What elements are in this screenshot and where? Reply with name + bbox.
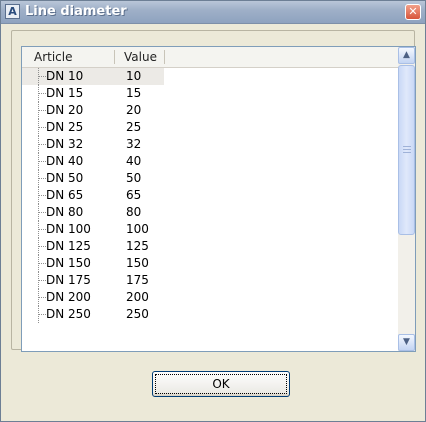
value-cell: 150 [126, 256, 149, 270]
line-diameter-dialog: A Line diameter ✕ Article Value DN 10 10 D… [0, 0, 426, 422]
close-button[interactable]: ✕ [405, 4, 421, 20]
article-cell: DN 125 [46, 239, 91, 253]
article-cell: DN 200 [46, 290, 91, 304]
list-header: Article Value [22, 47, 398, 68]
tree-branch-line [39, 246, 46, 247]
column-header-article[interactable]: Article [34, 47, 73, 67]
ok-button[interactable]: OK [152, 371, 290, 397]
tree-branch-line [39, 93, 46, 94]
list-item[interactable]: DN 100 100 [22, 221, 398, 238]
list-item[interactable]: DN 200 200 [22, 289, 398, 306]
tree-branch-line [39, 195, 46, 196]
value-cell: 10 [126, 69, 142, 83]
value-cell: 80 [126, 205, 142, 219]
article-cell: DN 80 [46, 205, 84, 219]
tree-branch-line [39, 229, 46, 230]
article-cell: DN 15 [46, 86, 84, 100]
value-cell: 200 [126, 290, 149, 304]
tree-branch-line [39, 212, 46, 213]
list-item[interactable]: DN 250 250 [22, 306, 398, 323]
article-cell: DN 10 [46, 69, 84, 83]
article-cell: DN 175 [46, 273, 91, 287]
list-item[interactable]: DN 150 150 [22, 255, 398, 272]
column-separator[interactable] [114, 50, 115, 64]
value-cell: 100 [126, 222, 149, 236]
article-cell: DN 250 [46, 307, 91, 321]
diameter-list[interactable]: Article Value DN 10 10 DN 15 15 DN 20 20 DN 25… [21, 46, 416, 352]
article-cell: DN 25 [46, 120, 84, 134]
list-item[interactable]: DN 15 15 [22, 85, 398, 102]
list-item[interactable]: DN 25 25 [22, 119, 398, 136]
article-cell: DN 40 [46, 154, 84, 168]
value-cell: 20 [126, 103, 142, 117]
list-item[interactable]: DN 80 80 [22, 204, 398, 221]
title-bar[interactable]: A Line diameter ✕ [1, 1, 425, 24]
list-item[interactable]: DN 175 175 [22, 272, 398, 289]
column-header-value[interactable]: Value [124, 47, 157, 67]
article-cell: DN 65 [46, 188, 84, 202]
list-item[interactable]: DN 50 50 [22, 170, 398, 187]
value-cell: 15 [126, 86, 142, 100]
list-item[interactable]: DN 20 20 [22, 102, 398, 119]
article-cell: DN 150 [46, 256, 91, 270]
value-cell: 32 [126, 137, 142, 151]
tree-branch-line [39, 178, 46, 179]
value-cell: 250 [126, 307, 149, 321]
value-cell: 65 [126, 188, 142, 202]
tree-branch-line [39, 127, 46, 128]
value-cell: 125 [126, 239, 149, 253]
tree-branch-line [39, 314, 46, 315]
tree-branch-line [39, 110, 46, 111]
app-icon: A [5, 4, 20, 19]
list-item[interactable]: DN 65 65 [22, 187, 398, 204]
window-title: Line diameter [25, 4, 127, 19]
value-cell: 40 [126, 154, 142, 168]
tree-branch-line [39, 297, 46, 298]
article-cell: DN 32 [46, 137, 84, 151]
scroll-up-button[interactable]: ▲ [398, 47, 415, 64]
tree-branch-line [39, 161, 46, 162]
list-item[interactable]: DN 125 125 [22, 238, 398, 255]
value-cell: 25 [126, 120, 142, 134]
scroll-down-button[interactable]: ▼ [398, 334, 415, 351]
list-item[interactable]: DN 40 40 [22, 153, 398, 170]
vertical-scrollbar[interactable]: ▲ ▼ [398, 47, 415, 351]
article-cell: DN 20 [46, 103, 84, 117]
tree-branch-line [39, 144, 46, 145]
list-item[interactable]: DN 32 32 [22, 136, 398, 153]
tree-branch-line [39, 280, 46, 281]
article-cell: DN 50 [46, 171, 84, 185]
column-separator[interactable] [164, 50, 165, 64]
value-cell: 50 [126, 171, 142, 185]
list-item[interactable]: DN 10 10 [22, 68, 164, 85]
scroll-thumb[interactable] [398, 65, 415, 235]
article-cell: DN 100 [46, 222, 91, 236]
tree-branch-line [39, 76, 46, 77]
value-cell: 175 [126, 273, 149, 287]
tree-branch-line [39, 263, 46, 264]
list-rows: DN 10 10 DN 15 15 DN 20 20 DN 25 25 DN 32 32 DN 40… [22, 68, 398, 323]
